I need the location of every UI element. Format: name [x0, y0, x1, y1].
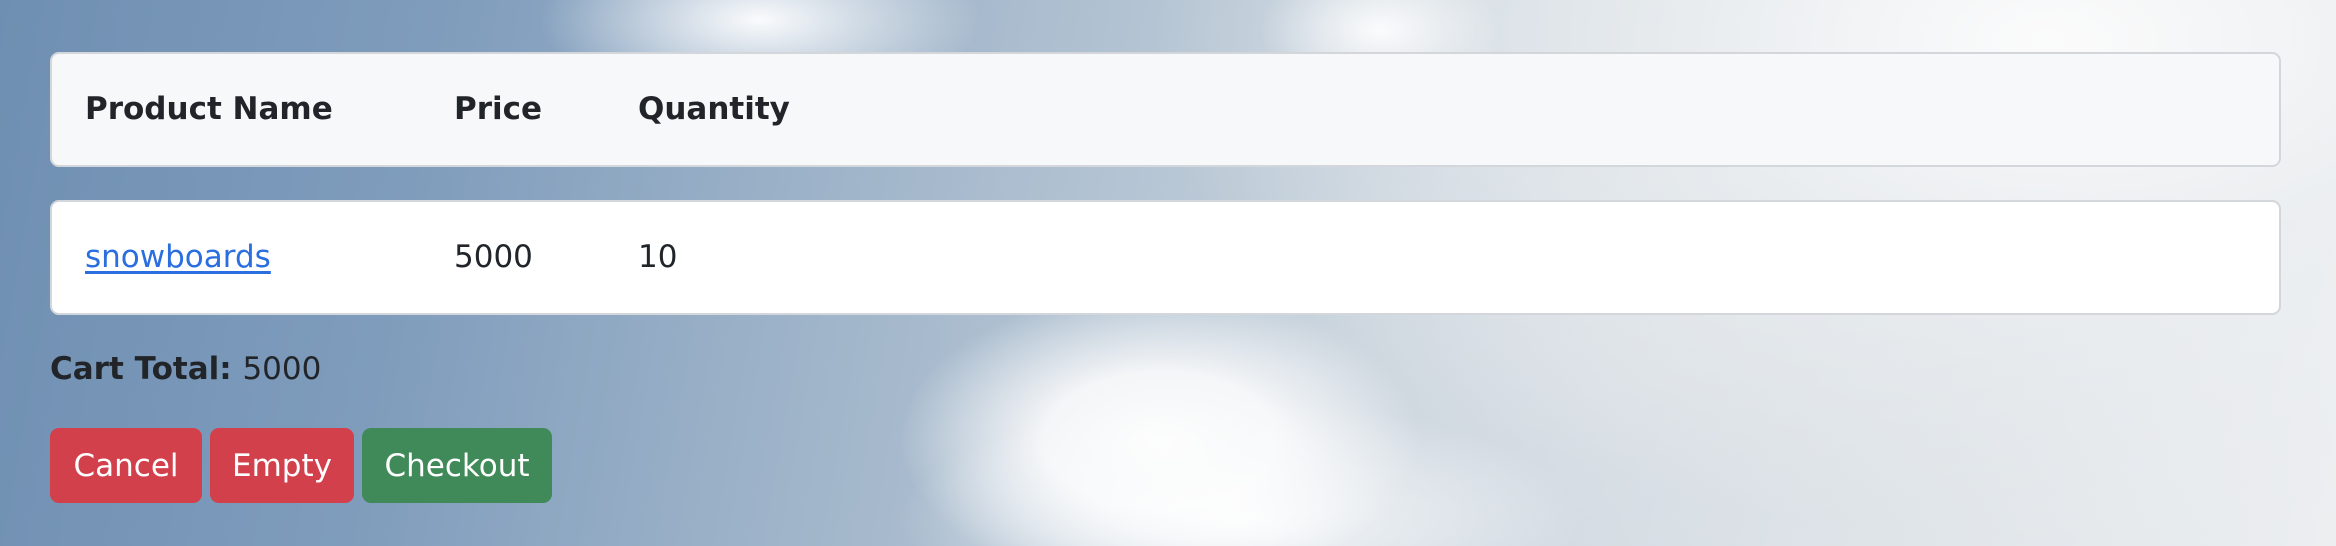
header-product-name: Product Name: [85, 91, 333, 127]
cart-total: Cart Total: 5000: [50, 354, 321, 385]
table-header: Product Name Price Quantity: [50, 52, 2281, 167]
cart-total-label: Cart Total:: [50, 351, 243, 387]
checkout-button[interactable]: Checkout: [362, 428, 552, 503]
cart-actions: Cancel Empty Checkout: [50, 428, 552, 503]
empty-button[interactable]: Empty: [210, 428, 354, 503]
table-row: snowboards 5000 10: [50, 200, 2281, 315]
header-quantity: Quantity: [638, 91, 790, 127]
header-price: Price: [454, 91, 543, 127]
cancel-button[interactable]: Cancel: [50, 428, 202, 503]
cart-total-value: 5000: [242, 351, 322, 387]
product-quantity: 10: [638, 239, 678, 275]
product-name-link[interactable]: snowboards: [85, 242, 271, 273]
product-price: 5000: [454, 239, 533, 275]
